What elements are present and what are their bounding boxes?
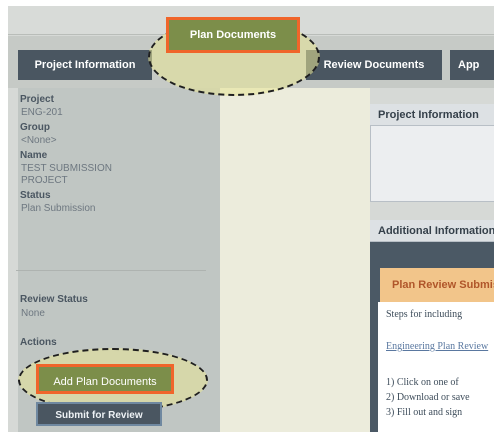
tab-plan-documents[interactable]: Plan Documents (166, 17, 300, 53)
steps-text: Steps for including (386, 309, 463, 320)
project-label: Project (20, 94, 54, 105)
name-value: TEST SUBMISSION PROJECT (21, 163, 112, 186)
project-value: ENG-201 (21, 107, 63, 118)
additional-information-title: Additional Information (370, 220, 494, 242)
tab-review-documents[interactable]: Review Documents (306, 50, 442, 80)
project-information-title: Project Information (370, 104, 494, 126)
review-status-value: None (21, 308, 45, 319)
step-1-text: 1) Click on one of (386, 377, 459, 388)
tab-app[interactable]: App (450, 50, 494, 80)
step-3-text: 3) Fill out and sign (386, 407, 463, 418)
name-label: Name (20, 150, 48, 161)
add-plan-documents-button[interactable]: Add Plan Documents (36, 364, 174, 394)
tab-project-information[interactable]: Project Information (18, 50, 152, 80)
review-status-label: Review Status (20, 294, 88, 305)
group-label: Group (20, 122, 50, 133)
step-2-text: 2) Download or save (386, 392, 470, 403)
group-value: <None> (21, 135, 57, 146)
actions-label: Actions (20, 337, 57, 348)
submit-for-review-button[interactable]: Submit for Review (36, 402, 162, 426)
app-window: Project Information Review Documents App… (8, 6, 494, 432)
engineering-plan-review-link[interactable]: Engineering Plan Review (386, 341, 494, 352)
sidebar-divider (16, 270, 206, 271)
status-value: Plan Submission (21, 203, 96, 214)
content-background (220, 88, 370, 432)
plan-review-submission-header: Plan Review Submission (380, 268, 494, 302)
status-label: Status (20, 190, 51, 201)
